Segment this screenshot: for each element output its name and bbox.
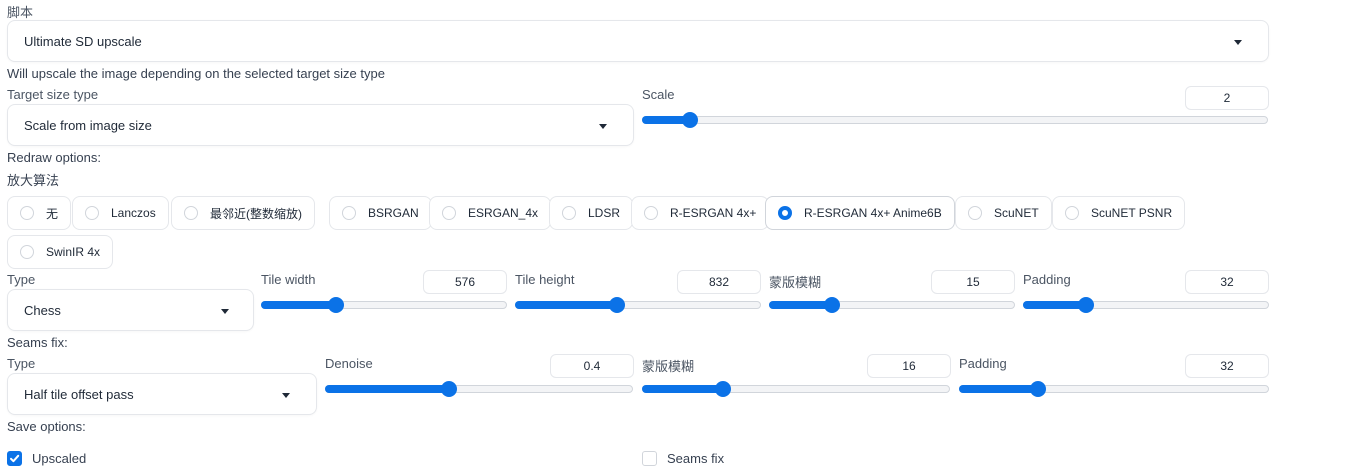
radio-icon (85, 206, 99, 220)
padding-slider-fill (1023, 301, 1085, 309)
upscaler-label: 放大算法 (7, 173, 60, 188)
upscaler-option-label: LDSR (588, 206, 621, 220)
upscaler-option-none[interactable]: 无 (7, 196, 72, 230)
upscaler-option-nearest[interactable]: 最邻近(整数缩放) (171, 196, 315, 230)
target-size-type-dropdown[interactable]: Scale from image size (7, 104, 634, 146)
tile-height-slider-thumb[interactable] (609, 297, 625, 313)
seams-type-label: Type (7, 356, 36, 371)
tile-height-slider-fill (515, 301, 616, 309)
seams-padding-number-input[interactable]: 32 (1185, 354, 1269, 378)
radio-icon (20, 245, 34, 259)
target-size-type-label: Target size type (7, 87, 99, 102)
scale-number-input[interactable]: 2 (1185, 86, 1269, 110)
save-options-heading: Save options: (7, 419, 86, 434)
upscaler-option-bsrgan[interactable]: BSRGAN (329, 196, 432, 230)
radio-icon (562, 206, 576, 220)
upscaler-option-esrgan-4x[interactable]: ESRGAN_4x (429, 196, 552, 230)
upscaler-option-label: SwinIR 4x (46, 245, 101, 259)
upscaled-checkbox[interactable]: Upscaled (7, 449, 86, 467)
seams-mask-blur-slider[interactable] (642, 381, 950, 397)
redraw-type-dropdown[interactable]: Chess (7, 289, 254, 331)
tile-height-label: Tile height (515, 272, 575, 287)
radio-checked-icon (778, 206, 792, 220)
script-dropdown-value: Ultimate SD upscale (24, 33, 142, 49)
padding-label: Padding (1023, 272, 1071, 287)
mask-blur-slider[interactable] (769, 297, 1015, 313)
radio-icon (184, 206, 198, 220)
target-size-type-value: Scale from image size (24, 117, 152, 133)
chevron-down-icon (282, 393, 290, 398)
redraw-type-label: Type (7, 272, 36, 287)
chevron-down-icon (1234, 40, 1242, 45)
denoise-slider-thumb[interactable] (441, 381, 457, 397)
radio-icon (442, 206, 456, 220)
seams-mask-blur-slider-fill (642, 385, 722, 393)
checkbox-icon (642, 450, 657, 466)
denoise-slider-fill (325, 385, 448, 393)
upscaler-option-label: 最邻近(整数缩放) (210, 206, 302, 221)
padding-slider[interactable] (1023, 297, 1269, 313)
seams-mask-blur-label: 蒙版模糊 (642, 359, 695, 374)
seams-padding-slider[interactable] (959, 381, 1269, 397)
radio-icon (1065, 206, 1079, 220)
seams-fix-label: Seams fix (667, 450, 725, 466)
seams-padding-label: Padding (959, 356, 1007, 371)
upscaler-option-label: ScuNET PSNR (1091, 206, 1173, 220)
mask-blur-label: 蒙版模糊 (769, 275, 822, 290)
checkbox-checked-icon (7, 450, 22, 466)
scale-slider-thumb[interactable] (682, 112, 698, 128)
seams-fix-checkbox[interactable]: Seams fix (642, 449, 724, 467)
radio-icon (342, 206, 356, 220)
seams-type-value: Half tile offset pass (24, 386, 134, 402)
tile-width-label: Tile width (261, 272, 316, 287)
chevron-down-icon (599, 124, 607, 129)
tile-width-slider[interactable] (261, 297, 507, 313)
seams-type-dropdown[interactable]: Half tile offset pass (7, 373, 317, 415)
chevron-down-icon (221, 309, 229, 314)
seams-mask-blur-number-input[interactable]: 16 (867, 354, 951, 378)
upscaler-option-label: R-ESRGAN 4x+ Anime6B (804, 206, 942, 220)
script-info-text: Will upscale the image depending on the … (7, 66, 385, 81)
tile-width-slider-fill (261, 301, 335, 309)
redraw-type-value: Chess (24, 302, 61, 318)
seams-fix-heading: Seams fix: (7, 335, 68, 350)
seams-mask-blur-slider-thumb[interactable] (715, 381, 731, 397)
upscaled-label: Upscaled (32, 450, 87, 466)
upscaler-option-label: BSRGAN (368, 206, 419, 220)
upscaler-option-label: R-ESRGAN 4x+ (670, 206, 757, 220)
tile-width-number-input[interactable]: 576 (423, 270, 507, 294)
tile-width-slider-thumb[interactable] (328, 297, 344, 313)
seams-padding-slider-fill (959, 385, 1037, 393)
denoise-label: Denoise (325, 356, 373, 371)
scale-label: Scale (642, 87, 675, 102)
denoise-slider[interactable] (325, 381, 633, 397)
seams-padding-slider-thumb[interactable] (1030, 381, 1046, 397)
upscaler-option-r-esrgan-4x-plus[interactable]: R-ESRGAN 4x+ (631, 196, 770, 230)
upscaler-option-label: ESRGAN_4x (468, 206, 539, 220)
mask-blur-number-input[interactable]: 15 (931, 270, 1015, 294)
upscaler-option-lanczos[interactable]: Lanczos (72, 196, 169, 230)
mask-blur-slider-fill (769, 301, 831, 309)
redraw-options-heading: Redraw options: (7, 150, 101, 165)
radio-icon (20, 206, 34, 220)
upscaler-option-r-esrgan-anime6b[interactable]: R-ESRGAN 4x+ Anime6B (765, 196, 955, 230)
radio-icon (644, 206, 658, 220)
denoise-number-input[interactable]: 0.4 (550, 354, 634, 378)
upscaler-option-label: Lanczos (111, 206, 156, 220)
scale-slider[interactable] (642, 112, 1268, 128)
padding-slider-thumb[interactable] (1078, 297, 1094, 313)
upscaler-option-scunet[interactable]: ScuNET (955, 196, 1052, 230)
radio-icon (968, 206, 982, 220)
upscaler-option-label: ScuNET (994, 206, 1039, 220)
mask-blur-slider-thumb[interactable] (824, 297, 840, 313)
script-dropdown[interactable]: Ultimate SD upscale (7, 20, 1269, 62)
upscaler-option-scunet-psnr[interactable]: ScuNET PSNR (1052, 196, 1186, 230)
upscaler-option-label: 无 (46, 206, 59, 221)
upscaler-option-ldsr[interactable]: LDSR (549, 196, 634, 230)
tile-height-number-input[interactable]: 832 (677, 270, 761, 294)
upscaler-option-swinir-4x[interactable]: SwinIR 4x (7, 235, 114, 269)
tile-height-slider[interactable] (515, 297, 761, 313)
padding-number-input[interactable]: 32 (1185, 270, 1269, 294)
script-label: 脚本 (7, 5, 34, 20)
